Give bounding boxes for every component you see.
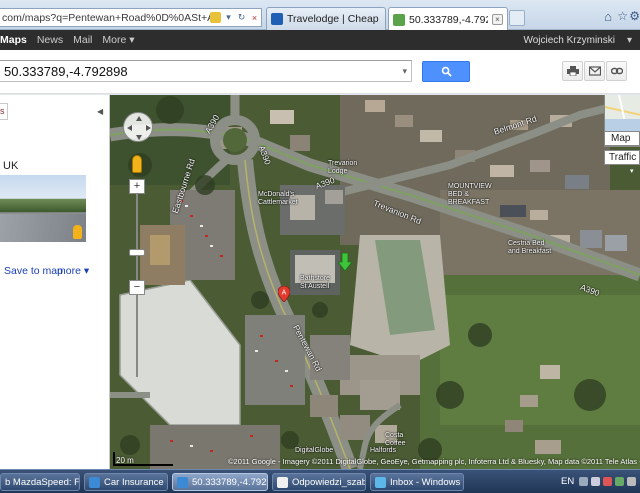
address-bar[interactable]: com/maps?q=Pentewan+Road%0D%0ASt+Austell… (0, 8, 262, 27)
poi-costa-coffee[interactable]: Costa Coffee (385, 432, 406, 448)
map-copyright: ©2011 Google - Imagery ©2011 DigitalGlob… (228, 457, 640, 466)
close-tab-icon[interactable]: × (492, 14, 503, 25)
print-button[interactable] (562, 61, 583, 81)
tray-clock-icon[interactable] (627, 477, 636, 486)
search-history-chevron-icon[interactable]: ▾ (402, 66, 407, 77)
marker-letter: A (282, 290, 287, 297)
search-button[interactable] (422, 61, 470, 82)
results-panel: s ◀ UK Save to map more ▾ (0, 95, 110, 469)
ie-icon (177, 476, 188, 488)
refresh-icon[interactable]: ↻ (235, 9, 248, 26)
poi-mcdonalds[interactable]: McDonald's Cattlemarket (258, 191, 298, 207)
poi-trevarion-lodge[interactable]: Trevarion Lodge (328, 160, 357, 176)
satellite-imagery (110, 95, 640, 469)
favicon-google-icon (210, 12, 221, 23)
taskbar-item-label: 50.333789,-4.792898 ... (192, 476, 267, 488)
traffic-dropdown-chevron-icon[interactable]: ▾ (630, 167, 634, 175)
poi-halfords[interactable]: Halfords (370, 447, 396, 455)
pegman-thumbnail-icon (73, 225, 82, 239)
link-icon (610, 67, 623, 75)
search-row: 50.333789,-4.792898 ▾ (0, 50, 640, 94)
tools-gear-icon[interactable]: ⚙ (629, 9, 640, 23)
zoom-in-button[interactable]: + (129, 179, 145, 194)
home-icon[interactable]: ⌂ (604, 9, 612, 24)
place-address: UK (3, 160, 19, 172)
email-button[interactable] (584, 61, 605, 81)
pan-control[interactable] (123, 112, 153, 142)
gbar-more-menu[interactable]: More ▾ (102, 34, 134, 46)
map-canvas[interactable]: A390 A390 A390 A390 Trevanion Rd Belmont… (110, 95, 640, 469)
taskbar-item-car-insurance[interactable]: Car Insurance Result... (84, 473, 168, 491)
taskbar-item-label: Odpowiedzi_szablo... (292, 476, 366, 488)
ie-icon (89, 476, 100, 488)
zoom-out-button[interactable]: − (129, 280, 145, 295)
dropdown-arrow-icon[interactable]: ▾ (222, 9, 235, 26)
street-view-thumbnail[interactable] (0, 175, 86, 242)
map-type-button[interactable]: Map (604, 131, 640, 146)
gbar-news-link[interactable]: News (37, 34, 63, 46)
poi-bathstore[interactable]: Bathstore St Austell (300, 275, 330, 291)
more-menu-link[interactable]: more ▾ (57, 265, 89, 277)
tray-update-icon[interactable] (615, 477, 624, 486)
pan-arrows-icon (127, 116, 151, 140)
search-value[interactable]: 50.333789,-4.792898 (4, 64, 402, 79)
email-icon (588, 66, 601, 76)
document-icon (277, 476, 288, 488)
poi-cestria-bnb[interactable]: Cestria Bed and Breakfast (508, 240, 551, 256)
user-name[interactable]: Wojciech Krzyminski (523, 35, 615, 46)
print-icon (566, 66, 579, 76)
google-maps-favicon-icon (393, 13, 405, 26)
settings-dropdown[interactable]: ▾ (627, 35, 632, 46)
google-bar: Maps News Mail More ▾ Wojciech Krzyminsk… (0, 30, 640, 50)
tray-network-icon[interactable] (579, 477, 588, 486)
scale-label: 20 m (116, 456, 134, 465)
tray-security-icon[interactable] (603, 477, 612, 486)
taskbar-item-odpowiedzi[interactable]: Odpowiedzi_szablo... (272, 473, 366, 491)
language-indicator[interactable]: EN (561, 476, 574, 487)
taskbar-item-mazdaspeed[interactable]: b MazdaSpeed: F... (0, 473, 80, 491)
collapse-panel-arrow-icon[interactable]: ◀ (97, 107, 103, 116)
panel-tab[interactable]: s (0, 103, 8, 120)
green-arrow-icon[interactable] (338, 253, 352, 271)
gbar-mail-link[interactable]: Mail (73, 34, 92, 46)
overview-map-graphic (604, 95, 640, 132)
address-url[interactable]: com/maps?q=Pentewan+Road%0D%0ASt+Austell… (0, 12, 210, 24)
tab-label: Travelodge | Cheap hotels thro... (287, 13, 381, 25)
search-input[interactable]: 50.333789,-4.792898 ▾ (0, 60, 412, 82)
poi-digitalglobe: DigitalGlobe (295, 447, 334, 454)
magnifier-icon (441, 66, 452, 77)
taskbar-item-label: Inbox - Windows Mail (390, 476, 463, 488)
link-button[interactable] (606, 61, 627, 81)
stop-icon[interactable]: × (248, 9, 261, 26)
pegman-street-view-icon[interactable] (132, 155, 142, 173)
tab-travelodge[interactable]: Travelodge | Cheap hotels thro... (266, 7, 386, 30)
taskbar-item-inbox[interactable]: Inbox - Windows Mail (370, 473, 464, 491)
traffic-button[interactable]: Traffic (604, 150, 640, 165)
windows-taskbar: b MazdaSpeed: F... Car Insurance Result.… (0, 469, 640, 493)
taskbar-item-google-maps[interactable]: 50.333789,-4.792898 ... (172, 473, 268, 491)
location-marker-a[interactable]: A (278, 286, 290, 302)
browser-toolbar: com/maps?q=Pentewan+Road%0D%0ASt+Austell… (0, 0, 640, 31)
zoom-slider-knob[interactable] (129, 248, 145, 256)
travelodge-favicon-icon (271, 13, 283, 25)
taskbar-item-label: b MazdaSpeed: F... (5, 476, 80, 488)
gbar-maps-link[interactable]: Maps (0, 34, 27, 46)
tab-label: 50.333789,-4.792898 - Googl... (409, 13, 488, 26)
poi-mountview-bnb[interactable]: MOUNTVIEW BED & BREAKFAST (448, 183, 492, 207)
taskbar-item-label: Car Insurance Result... (104, 476, 167, 488)
mail-icon (375, 476, 386, 488)
tray-volume-icon[interactable] (591, 477, 600, 486)
tab-google-maps[interactable]: 50.333789,-4.792898 - Googl... × (388, 7, 508, 31)
favorites-star-icon[interactable]: ☆ (617, 9, 628, 23)
new-tab-button[interactable] (509, 10, 525, 26)
save-to-map-link[interactable]: Save to map (4, 265, 63, 277)
